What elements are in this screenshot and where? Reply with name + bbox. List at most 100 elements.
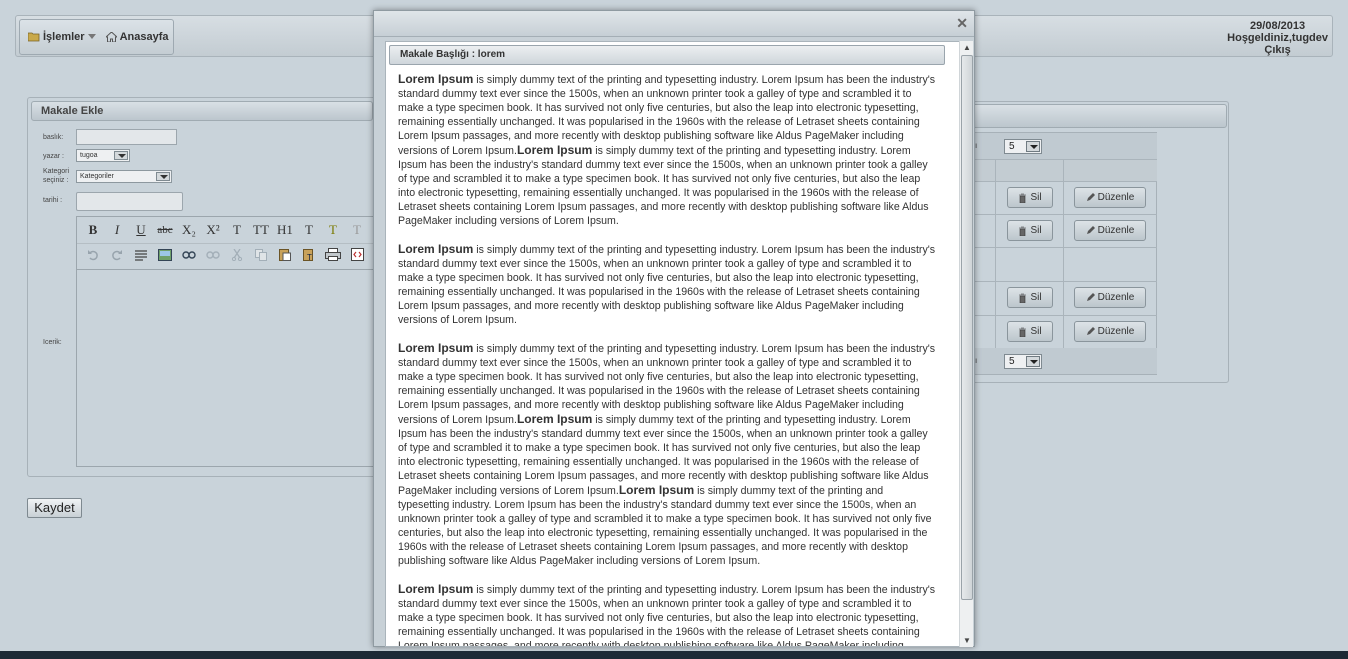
source-code-icon[interactable] [345,246,369,268]
user-info: 29/08/2013 Hoşgeldiniz,tugdev Çıkış [1227,20,1328,56]
trash-icon [1019,327,1027,337]
author-select[interactable]: tugoa [76,149,130,162]
table-row: Sil Düzenle [971,181,1157,214]
modal-titlebar: ✕ [374,11,974,37]
article-preview-modal: ✕ Makale Başlığı : lorem Lorem Ipsum is … [373,10,975,647]
image-icon[interactable] [153,246,177,268]
chevron-down-icon [156,172,170,181]
article-bold-lead: Lorem Ipsum [398,341,474,355]
article-paragraph: Lorem Ipsum is simply dummy text of the … [398,341,936,568]
main-menu: İşlemler Anasayfa [19,19,174,55]
strikethrough-button[interactable]: abc [153,219,177,241]
font-family-button[interactable]: T [225,219,249,241]
article-bold-lead: Lorem Ipsum [398,582,474,596]
current-date: 29/08/2013 [1250,20,1306,32]
edit-button[interactable]: Düzenle [1074,287,1146,308]
align-icon[interactable] [129,246,153,268]
edit-button-label: Düzenle [1097,192,1135,203]
title-label: baslık: [43,134,64,141]
modal-body: Makale Başlığı : lorem Lorem Ipsum is si… [385,41,960,647]
article-bold-lead: Lorem Ipsum [516,143,593,157]
chevron-down-icon [87,34,96,39]
paste-text-icon[interactable]: T [297,246,321,268]
os-taskbar [0,651,1348,659]
table-row [971,247,1157,280]
highlight-button[interactable]: T [321,219,345,241]
paste-icon[interactable] [273,246,297,268]
list-panel-header [971,104,1227,128]
text-color-button[interactable]: T [297,219,321,241]
delete-button[interactable]: Sil [1007,187,1053,208]
edit-button-label: Düzenle [1097,326,1135,337]
editor-content-area[interactable] [77,269,375,466]
table-row: Sil Düzenle [971,214,1157,247]
underline-button[interactable]: U [129,219,153,241]
trash-icon [1019,293,1027,303]
scroll-up-icon[interactable]: ▲ [963,43,971,52]
edit-button[interactable]: Düzenle [1074,187,1146,208]
article-content: Lorem Ipsum is simply dummy text of the … [398,72,936,646]
form-title: Makale Ekle [31,101,373,121]
link-icon[interactable] [177,246,201,268]
scroll-down-icon[interactable]: ▼ [963,636,971,645]
delete-button[interactable]: Sil [1007,220,1053,241]
edit-button-label: Düzenle [1097,292,1135,303]
pencil-icon [1086,327,1095,335]
article-paragraph: Lorem Ipsum is simply dummy text of the … [398,72,936,228]
table-row: Sil Düzenle [971,315,1157,348]
page-size-select-bottom[interactable]: 5 [1004,354,1042,369]
title-input[interactable] [76,129,177,145]
menu-islemler[interactable]: İşlemler [28,31,96,43]
edit-button[interactable]: Düzenle [1074,220,1146,241]
trash-icon [1019,193,1027,203]
cut-icon[interactable] [225,246,249,268]
close-icon[interactable]: ✕ [956,15,968,32]
grid-header-row [971,159,1157,181]
pencil-icon [1086,193,1095,201]
subscript-button[interactable]: X₂ [177,219,201,241]
edit-button[interactable]: Düzenle [1074,321,1146,342]
save-button[interactable]: Kaydet [27,498,82,518]
bold-button[interactable]: B [81,219,105,241]
menu-anasayfa-label: Anasayfa [119,31,169,43]
copy-icon[interactable] [249,246,273,268]
print-icon[interactable] [321,246,345,268]
redo-icon[interactable] [105,246,129,268]
chevron-down-icon [1026,356,1040,367]
date-label: tarihi : [43,197,63,204]
remove-format-button[interactable]: T [345,219,369,241]
article-bold-lead: Lorem Ipsum [398,242,474,256]
delete-button-label: Sil [1030,192,1042,203]
article-bold-lead: Lorem Ipsum [398,72,474,86]
heading-button[interactable]: H1 [273,219,297,241]
article-paragraph: Lorem Ipsum is simply dummy text of the … [398,242,936,327]
editor-toolbar-row-2: T [77,243,375,269]
delete-button[interactable]: Sil [1007,321,1053,342]
category-select[interactable]: Kategoriler [76,170,172,183]
article-grid: ◂ı 5 Sil Düzenle Sil Düzenle Sil [970,132,1157,375]
page-size-value-bottom: 5 [1009,356,1015,367]
superscript-button[interactable]: X² [201,219,225,241]
italic-button[interactable]: I [105,219,129,241]
menu-islemler-label: İşlemler [43,31,85,43]
home-icon [105,32,117,42]
modal-scrollbar[interactable]: ▲ ▼ [959,41,973,647]
undo-icon[interactable] [81,246,105,268]
welcome-text: Hoşgeldiniz,tugdev [1227,32,1328,44]
article-sentence: is simply dummy text of the printing and… [398,244,936,326]
table-row: Sil Düzenle [971,281,1157,314]
menu-anasayfa[interactable]: Anasayfa [105,31,169,43]
article-bold-lead: Lorem Ipsum [516,412,593,426]
delete-button[interactable]: Sil [1007,287,1053,308]
pencil-icon [1086,293,1095,301]
category-label-2: seçiniz : [43,177,69,184]
unlink-icon[interactable] [201,246,225,268]
article-sentence: is simply dummy text of the printing and… [398,485,932,567]
font-size-button[interactable]: TT [249,219,273,241]
scrollbar-thumb[interactable] [961,55,973,600]
logout-link[interactable]: Çıkış [1227,44,1328,56]
article-heading: Makale Başlığı : lorem [389,45,945,65]
date-input[interactable] [76,192,183,211]
page-size-select-top[interactable]: 5 [1004,139,1042,154]
delete-button-label: Sil [1030,326,1042,337]
